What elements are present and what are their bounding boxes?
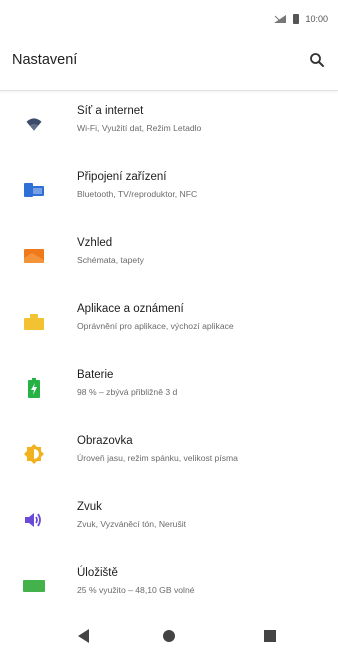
settings-item-appearance[interactable]: Vzhled Schémata, tapety — [0, 228, 338, 294]
item-title: Síť a internet — [77, 105, 144, 117]
app-bar: Nastavení — [0, 34, 338, 91]
item-title: Připojení zařízení — [77, 171, 167, 183]
item-subtitle: Úroveň jasu, režim spánku, velikost písm… — [77, 453, 238, 463]
settings-item-sound[interactable]: Zvuk Zvuk, Vyzváněcí tón, Nerušit — [0, 492, 338, 558]
item-title: Úložiště — [77, 567, 118, 579]
item-title: Zvuk — [77, 501, 102, 513]
settings-item-battery[interactable]: Baterie 98 % – zbývá přibližně 3 d — [0, 360, 338, 426]
navigation-bar — [0, 612, 338, 660]
item-subtitle: 25 % využito – 48,10 GB volné — [77, 585, 195, 595]
apps-icon — [22, 310, 46, 334]
status-time: 10:00 — [305, 14, 328, 24]
wifi-icon — [22, 112, 46, 136]
item-title: Aplikace a oznámení — [77, 303, 184, 315]
sound-icon — [22, 508, 46, 532]
home-icon[interactable] — [161, 628, 177, 644]
battery-icon — [22, 376, 46, 400]
recents-icon[interactable] — [262, 628, 278, 644]
settings-item-apps[interactable]: Aplikace a oznámení Oprávnění pro aplika… — [0, 294, 338, 360]
search-icon[interactable] — [308, 51, 326, 69]
display-icon — [22, 442, 46, 466]
item-subtitle: Wi-Fi, Využití dat, Režim Letadlo — [77, 123, 202, 133]
item-title: Baterie — [77, 369, 114, 381]
item-subtitle: Zvuk, Vyzváněcí tón, Nerušit — [77, 519, 187, 529]
item-subtitle: Bluetooth, TV/reproduktor, NFC — [77, 189, 198, 199]
item-title: Vzhled — [77, 237, 113, 249]
signal-icon — [274, 15, 287, 23]
status-icons: 10:00 — [273, 14, 328, 24]
appearance-icon — [22, 244, 46, 268]
status-bar: 10:00 — [0, 0, 338, 34]
item-title: Obrazovka — [77, 435, 133, 447]
storage-icon — [22, 574, 46, 598]
item-subtitle: 98 % – zbývá přibližně 3 d — [77, 387, 178, 397]
item-subtitle: Oprávnění pro aplikace, výchozí aplikace — [77, 321, 234, 331]
back-icon[interactable] — [76, 628, 92, 644]
settings-item-display[interactable]: Obrazovka Úroveň jasu, režim spánku, vel… — [0, 426, 338, 492]
item-subtitle: Schémata, tapety — [77, 255, 144, 265]
battery-status-icon — [293, 14, 300, 24]
settings-item-network[interactable]: Síť a internet Wi-Fi, Využití dat, Režim… — [0, 96, 338, 162]
settings-item-devices[interactable]: Připojení zařízení Bluetooth, TV/reprodu… — [0, 162, 338, 228]
devices-icon — [22, 178, 46, 202]
page-title: Nastavení — [12, 52, 78, 68]
